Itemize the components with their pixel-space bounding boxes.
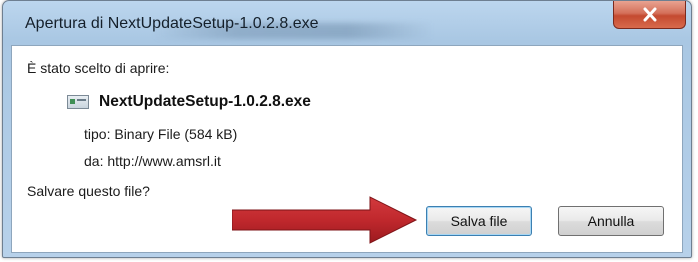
close-icon	[643, 7, 657, 22]
cancel-button[interactable]: Annulla	[558, 206, 664, 236]
download-dialog-window: Apertura di NextUpdateSetup-1.0.2.8.exe …	[2, 0, 692, 258]
save-question: Salvare questo file?	[27, 183, 150, 199]
file-name: NextUpdateSetup-1.0.2.8.exe	[99, 93, 311, 110]
intro-text: È stato scelto di aprire:	[27, 60, 170, 76]
file-type: tipo: Binary File (584 kB)	[84, 126, 238, 142]
file-source: da: http://www.amsrl.it	[84, 153, 221, 169]
save-file-button[interactable]: Salva file	[426, 206, 532, 236]
window-title: Apertura di NextUpdateSetup-1.0.2.8.exe	[25, 15, 319, 32]
red-arrow-icon	[232, 196, 418, 244]
title-bar[interactable]: Apertura di NextUpdateSetup-1.0.2.8.exe	[3, 1, 691, 41]
dialog-content: È stato scelto di aprire: NextUpdateSetu…	[11, 45, 683, 253]
exe-file-icon	[67, 95, 89, 109]
close-button[interactable]	[613, 1, 686, 29]
